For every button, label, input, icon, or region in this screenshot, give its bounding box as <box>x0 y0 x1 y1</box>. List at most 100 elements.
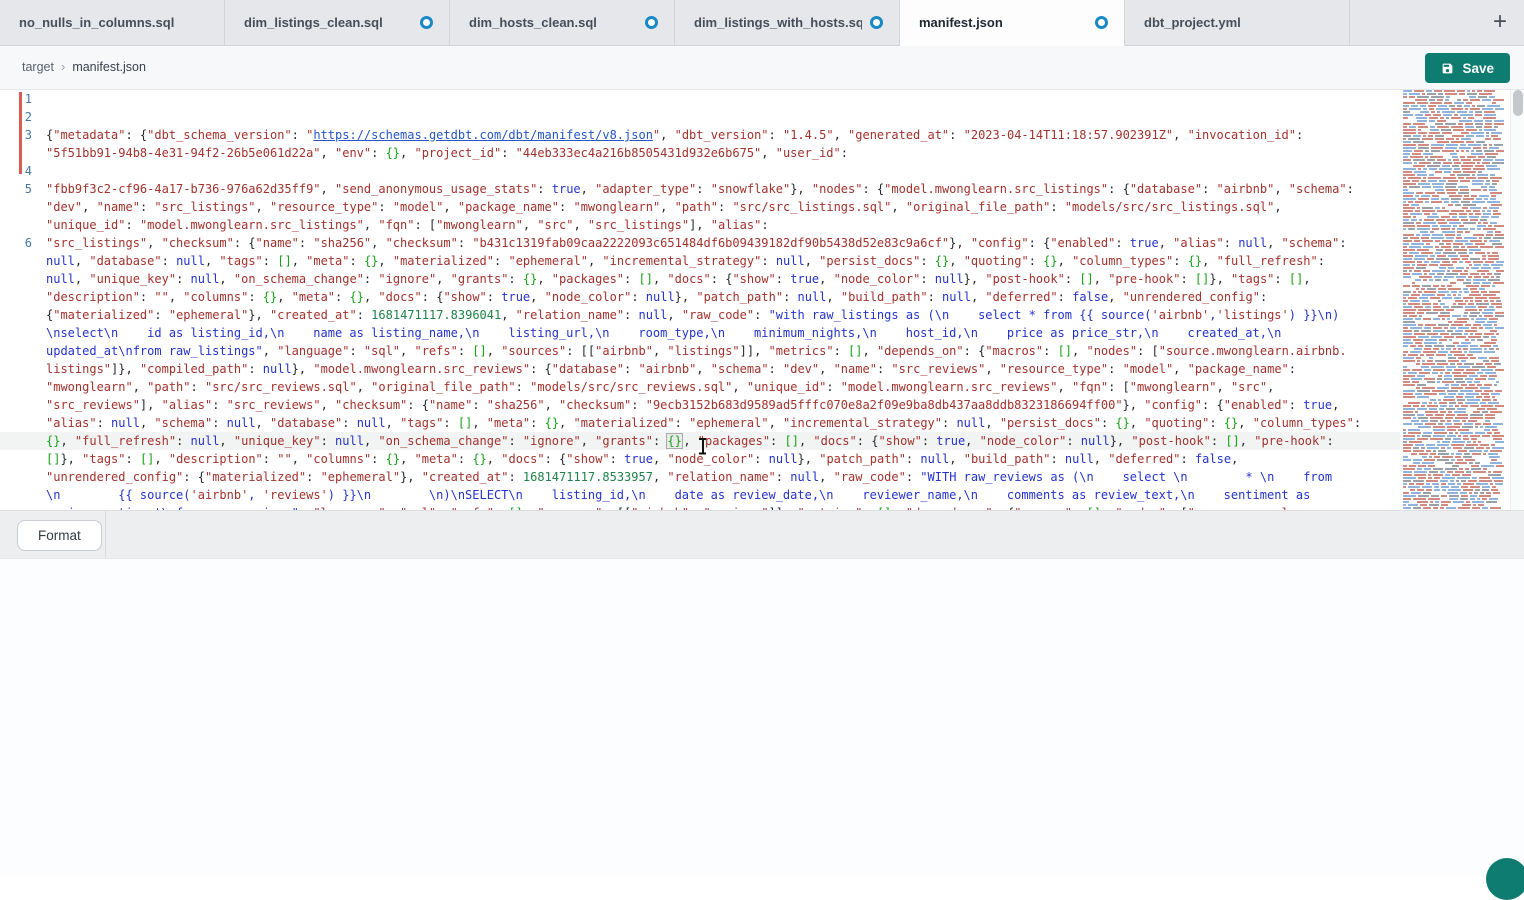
minimap-mark <box>1417 360 1420 362</box>
minimap[interactable] <box>1400 90 1504 510</box>
minimap-mark <box>1403 228 1406 230</box>
vertical-scrollbar[interactable] <box>1510 90 1524 510</box>
tab-manifest-json[interactable]: manifest.json <box>900 0 1125 46</box>
minimap-mark <box>1420 504 1427 506</box>
minimap-mark <box>1469 450 1482 452</box>
help-bubble-button[interactable] <box>1486 858 1524 900</box>
minimap-mark <box>1454 369 1464 371</box>
minimap-mark <box>1455 417 1468 419</box>
minimap-mark <box>1430 129 1439 131</box>
minimap-mark <box>1471 267 1479 269</box>
minimap-mark <box>1452 135 1464 137</box>
token: : <box>458 344 472 358</box>
tab-dim-listings-with-hosts-sql[interactable]: dim_listings_with_hosts.sql <box>675 0 900 45</box>
minimap-mark <box>1429 504 1439 506</box>
minimap-mark <box>1492 243 1502 245</box>
minimap-mark <box>1463 372 1475 374</box>
line-number <box>0 450 46 468</box>
minimap-mark <box>1456 276 1466 278</box>
minimap-mark <box>1475 432 1485 434</box>
minimap-mark <box>1482 255 1486 257</box>
token: "incremental_strategy" <box>783 416 942 430</box>
minimap-mark <box>1466 393 1479 395</box>
minimap-mark <box>1494 144 1503 146</box>
tab-dbt-project-yml[interactable]: dbt_project.yml <box>1125 0 1350 45</box>
minimap-mark <box>1471 192 1479 194</box>
token: {} <box>46 434 60 448</box>
minimap-mark <box>1451 291 1457 293</box>
minimap-mark <box>1469 252 1473 254</box>
line-number <box>0 378 46 396</box>
token: 1681471117.8533957 <box>523 470 653 484</box>
new-tab-button[interactable]: + <box>1484 6 1516 38</box>
minimap-mark <box>1476 126 1482 128</box>
code-row: null, "database": null, "tags": [], "met… <box>0 252 1400 270</box>
minimap-mark <box>1472 180 1484 182</box>
scrollbar-thumb[interactable] <box>1513 90 1523 116</box>
token: : <box>1354 416 1361 430</box>
tab-dim-hosts-clean-sql[interactable]: dim_hosts_clean.sql <box>450 0 675 45</box>
minimap-mark <box>1490 411 1502 413</box>
minimap-mark <box>1438 300 1441 302</box>
token: "unique_key" <box>234 434 321 448</box>
minimap-mark <box>1482 210 1485 212</box>
minimap-mark <box>1434 345 1444 347</box>
tab-unsaved-dot-icon[interactable] <box>870 16 883 29</box>
minimap-mark <box>1449 495 1459 497</box>
minimap-mark <box>1403 507 1411 509</box>
token: {} <box>349 290 363 304</box>
minimap-mark <box>1427 123 1433 125</box>
code-row-text: null, "database": null, "tags": [], "met… <box>46 252 1325 270</box>
minimap-mark <box>1471 327 1477 329</box>
minimap-mark <box>1495 108 1504 110</box>
minimap-mark <box>1484 129 1496 131</box>
minimap-mark <box>1403 396 1415 398</box>
minimap-mark <box>1403 129 1416 131</box>
minimap-mark <box>1451 198 1461 200</box>
minimap-mark <box>1482 411 1488 413</box>
tab-unsaved-dot-icon[interactable] <box>1095 16 1108 29</box>
token: , <box>1217 380 1231 394</box>
token: : <box>834 344 848 358</box>
code-row-text: "description": "", "columns": {}, "meta"… <box>46 288 1267 306</box>
minimap-mark <box>1470 99 1480 101</box>
tab-unsaved-dot-icon[interactable] <box>645 16 658 29</box>
code-row-text: {"materialized": "ephemeral"}, "created_… <box>46 306 1339 324</box>
token: "packages" <box>552 272 624 286</box>
minimap-mark <box>1450 282 1456 284</box>
minimap-mark <box>1453 348 1456 350</box>
minimap-mark <box>1470 357 1476 359</box>
token: , <box>400 146 414 160</box>
tab-no-nulls-in-columns-sql[interactable]: no_nulls_in_columns.sql <box>0 0 225 45</box>
tab-unsaved-dot-icon[interactable] <box>420 16 433 29</box>
minimap-mark <box>1453 303 1456 305</box>
minimap-mark <box>1483 441 1493 443</box>
token: , <box>545 398 559 412</box>
token: : <box>675 416 689 430</box>
token: : <box>530 416 544 430</box>
save-button[interactable]: Save <box>1425 53 1510 83</box>
code-editor[interactable]: 123{"metadata": {"dbt_schema_version": "… <box>0 90 1400 510</box>
token: "show" <box>443 290 486 304</box>
minimap-mark <box>1403 300 1408 302</box>
token: : { <box>422 290 444 304</box>
minimap-mark <box>1494 123 1504 125</box>
minimap-mark <box>1403 210 1413 212</box>
token: "raw_code" <box>834 470 906 484</box>
token: "deferred" <box>985 290 1057 304</box>
token: : { <box>857 434 879 448</box>
minimap-mark <box>1434 90 1442 92</box>
minimap-mark <box>1471 150 1474 152</box>
minimap-mark <box>1495 327 1504 329</box>
minimap-mark <box>1403 426 1406 428</box>
format-button[interactable]: Format <box>17 520 102 551</box>
minimap-mark <box>1478 204 1489 206</box>
minimap-mark <box>1473 210 1480 212</box>
minimap-mark <box>1412 153 1421 155</box>
tab-dim-listings-clean-sql[interactable]: dim_listings_clean.sql <box>225 0 450 45</box>
minimap-mark <box>1421 420 1428 422</box>
token: : <box>212 416 226 430</box>
code-row: 3{"metadata": {"dbt_schema_version": "ht… <box>0 126 1400 144</box>
minimap-mark <box>1403 336 1416 338</box>
minimap-mark <box>1483 189 1487 191</box>
